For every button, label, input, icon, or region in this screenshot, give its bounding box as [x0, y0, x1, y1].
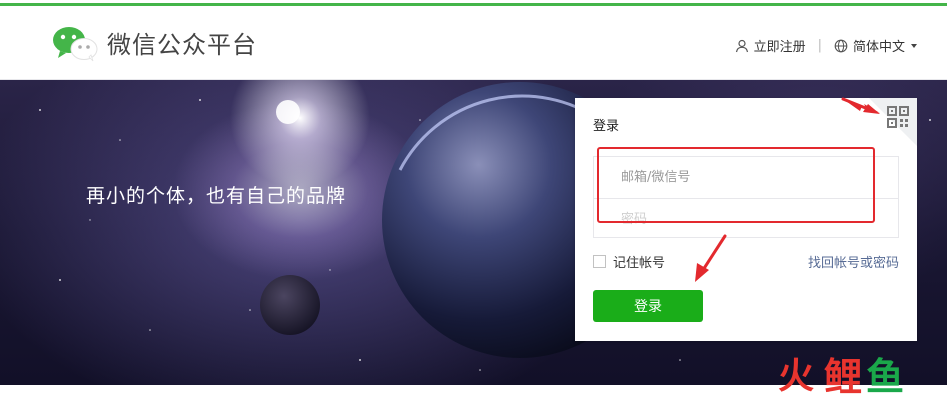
- password-input[interactable]: [594, 199, 898, 239]
- site-header: 微信公众平台 立即注册 | 简体中文: [0, 6, 947, 80]
- header-nav: 立即注册 | 简体中文: [735, 36, 917, 55]
- watermark-char-2: 鲤: [824, 355, 863, 399]
- forgot-link[interactable]: 找回帐号或密码: [808, 252, 899, 271]
- chevron-down-icon: [911, 44, 917, 48]
- wechat-logo-icon[interactable]: [52, 26, 98, 62]
- globe-icon: [834, 39, 848, 52]
- page: 微信公众平台 立即注册 | 简体中文 再小的个体，也有自己的品牌 登录 邮箱/微…: [0, 0, 947, 402]
- watermark-logo: 火 鲤 鱼: [778, 355, 904, 399]
- credential-inputs: [593, 156, 899, 239]
- language-label: 简体中文: [852, 40, 905, 55]
- remember-label: 记住帐号: [613, 256, 666, 271]
- register-link[interactable]: 立即注册: [735, 36, 806, 55]
- site-title: 微信公众平台: [107, 31, 257, 59]
- remember-checkbox[interactable]: [593, 255, 606, 268]
- login-title: 登录: [593, 119, 620, 134]
- qr-login-toggle[interactable]: [869, 98, 917, 146]
- account-row: [594, 157, 898, 198]
- login-panel: 登录 邮箱/微信号 记住帐号 找回帐号或密码 登录: [575, 98, 917, 341]
- register-label: 立即注册: [753, 40, 806, 55]
- user-icon: [735, 39, 748, 52]
- password-row: [594, 198, 898, 239]
- watermark-char-3: 鱼: [866, 355, 905, 399]
- watermark-char-1: 火: [778, 356, 815, 397]
- remember-account[interactable]: 记住帐号: [593, 252, 665, 271]
- account-input[interactable]: [594, 157, 898, 197]
- language-selector[interactable]: 简体中文: [834, 36, 917, 55]
- banner-slogan: 再小的个体，也有自己的品牌: [86, 185, 347, 207]
- login-button[interactable]: 登录: [593, 290, 703, 322]
- header-separator: |: [817, 38, 822, 53]
- qr-code-icon: [887, 106, 909, 128]
